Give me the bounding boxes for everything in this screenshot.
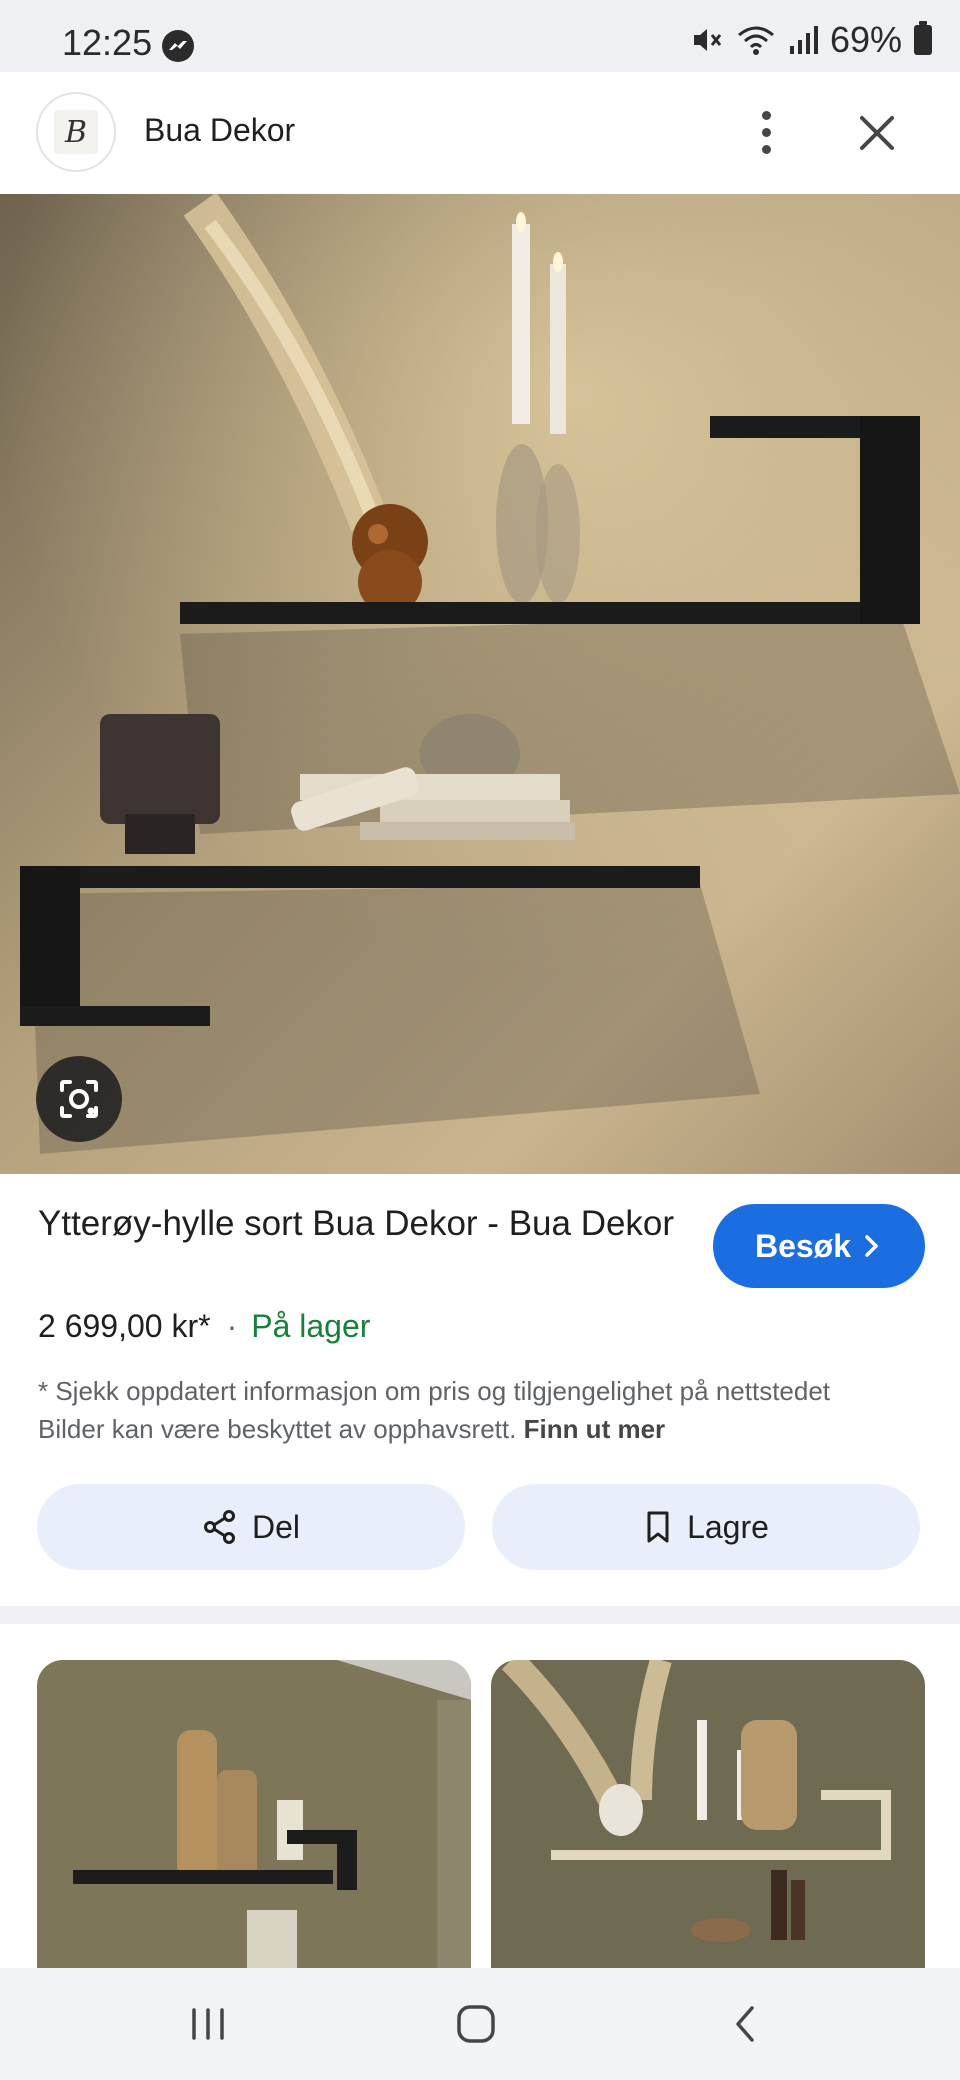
battery-icon [914,21,932,55]
product-photo [0,194,960,1174]
status-time: 12:25 [62,22,153,63]
chevron-right-icon [865,1235,878,1257]
related-image-card[interactable] [37,1660,471,1970]
app-header: B Bua Dekor [0,72,960,194]
price: 2 699,00 kr* [38,1308,211,1344]
share-label: Del [251,1508,300,1545]
wifi-icon [737,26,774,55]
price-row: 2 699,00 kr* · På lager [38,1308,370,1345]
signal-icon [789,26,818,54]
product-title[interactable]: Ytterøy-hylle sort Bua Dekor - Bua Dekor [38,1200,678,1247]
disclaimer-text: * Sjekk oppdatert informasjon om pris og… [38,1376,831,1444]
more-options-button[interactable] [740,102,792,162]
status-icons: 69% [690,19,932,60]
more-vert-icon-dot [761,110,771,120]
lens-icon [60,1080,98,1118]
visit-label: Besøk [754,1227,852,1264]
section-divider [0,1606,960,1624]
product-image[interactable] [0,194,960,1174]
bookmark-icon [647,1511,669,1543]
more-vert-icon-dot [761,144,771,154]
close-icon[interactable] [852,108,902,158]
back-icon[interactable] [730,2002,760,2046]
mute-icon [693,29,722,51]
related-photo [491,1660,925,1970]
save-label: Lagre [687,1508,769,1545]
related-photo [37,1660,471,1970]
battery-percent: 69% [829,19,902,60]
share-button[interactable]: Del [37,1484,465,1570]
learn-more-link[interactable]: Finn ut mer [524,1414,666,1444]
separator-dot: · [226,1308,238,1344]
home-icon[interactable] [454,2002,498,2046]
system-nav-bar [0,1968,960,2080]
more-vert-icon-dot [761,127,771,137]
logo-mark: B [54,110,98,154]
disclaimer: * Sjekk oppdatert informasjon om pris og… [38,1372,898,1448]
recent-apps-icon[interactable] [188,2004,228,2044]
share-icon [203,1510,235,1544]
visit-button[interactable]: Besøk [713,1204,925,1288]
stock-status: På lager [251,1308,371,1344]
status-bar: 12:25 69% [0,0,960,72]
messenger-icon [162,30,194,62]
save-button[interactable]: Lagre [492,1484,920,1570]
site-logo[interactable]: B [36,92,116,172]
site-name[interactable]: Bua Dekor [144,112,295,149]
lens-search-button[interactable] [36,1056,122,1142]
related-image-card[interactable] [491,1660,925,1970]
